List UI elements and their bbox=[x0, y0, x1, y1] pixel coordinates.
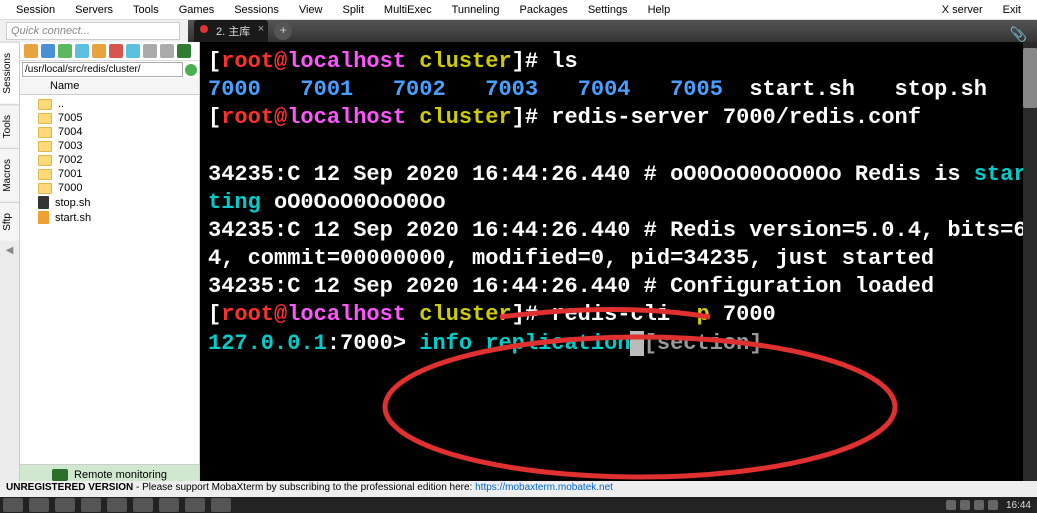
taskbar-app[interactable] bbox=[211, 498, 231, 512]
menu-help[interactable]: Help bbox=[638, 2, 681, 18]
menu-tools[interactable]: Tools bbox=[123, 2, 169, 18]
quick-connect-input[interactable]: Quick connect... bbox=[6, 22, 180, 40]
paperclip-icon[interactable]: 📎 bbox=[1010, 26, 1027, 43]
toolbar-icon-1[interactable] bbox=[24, 44, 38, 58]
file-row[interactable]: stop.sh bbox=[20, 195, 199, 210]
menu-xserver[interactable]: X server bbox=[932, 2, 993, 18]
side-tab-tools[interactable]: Tools bbox=[0, 104, 19, 148]
taskbar-clock[interactable]: 16:44 bbox=[1000, 500, 1037, 511]
menu-games[interactable]: Games bbox=[169, 2, 224, 18]
side-tab-macros[interactable]: Macros bbox=[0, 148, 19, 202]
monitor-icon bbox=[52, 469, 68, 481]
toolbar-icon-7[interactable] bbox=[126, 44, 140, 58]
toolbar-icon-10[interactable] bbox=[177, 44, 191, 58]
file-name: 7003 bbox=[58, 140, 82, 152]
connection-status-icon bbox=[185, 64, 197, 76]
taskbar-app[interactable] bbox=[159, 498, 179, 512]
menu-multiexec[interactable]: MultiExec bbox=[374, 2, 442, 18]
tray-icon[interactable] bbox=[974, 500, 984, 510]
folder-icon bbox=[38, 113, 52, 124]
file-row-up[interactable]: .. bbox=[20, 97, 199, 111]
taskbar-app[interactable] bbox=[55, 498, 75, 512]
folder-icon bbox=[38, 141, 52, 152]
folder-icon bbox=[38, 183, 52, 194]
file-list-header-name[interactable]: Name bbox=[20, 78, 199, 95]
file-name: 7000 bbox=[58, 182, 82, 194]
menu-tunneling[interactable]: Tunneling bbox=[442, 2, 510, 18]
up-label: .. bbox=[58, 98, 64, 110]
toolbar-icon-9[interactable] bbox=[160, 44, 174, 58]
menu-split[interactable]: Split bbox=[333, 2, 374, 18]
menu-bar: Session Servers Tools Games Sessions Vie… bbox=[0, 0, 1037, 20]
status-unregistered: UNREGISTERED VERSION bbox=[6, 482, 133, 493]
menu-view[interactable]: View bbox=[289, 2, 333, 18]
tab-close-icon[interactable]: × bbox=[258, 23, 264, 35]
file-row[interactable]: 7000 bbox=[20, 181, 199, 195]
file-row[interactable]: 7002 bbox=[20, 153, 199, 167]
delete-icon[interactable] bbox=[109, 44, 123, 58]
terminal-scrollbar[interactable] bbox=[1023, 42, 1037, 506]
taskbar-app[interactable] bbox=[29, 498, 49, 512]
tray-icon[interactable] bbox=[960, 500, 970, 510]
side-tab-sftp[interactable]: Sftp bbox=[0, 202, 19, 241]
new-tab-button[interactable]: + bbox=[274, 22, 292, 40]
sftp-toolbar bbox=[20, 42, 199, 61]
folder-icon bbox=[38, 127, 52, 138]
download-icon[interactable] bbox=[41, 44, 55, 58]
file-row[interactable]: start.sh bbox=[20, 210, 199, 225]
file-list: .. 7005 7004 7003 7002 7001 7000 stop.sh… bbox=[20, 95, 199, 464]
folder-icon bbox=[38, 99, 52, 110]
file-name: 7002 bbox=[58, 154, 82, 166]
taskbar-app[interactable] bbox=[107, 498, 127, 512]
taskbar-app[interactable] bbox=[185, 498, 205, 512]
side-tab-sessions[interactable]: Sessions bbox=[0, 42, 19, 104]
side-tab-collapse-icon[interactable]: ◀ bbox=[0, 241, 19, 260]
menu-sessions[interactable]: Sessions bbox=[224, 2, 289, 18]
menu-settings[interactable]: Settings bbox=[578, 2, 638, 18]
status-link[interactable]: https://mobaxterm.mobatek.net bbox=[475, 482, 613, 493]
terminal-scrollbar-thumb[interactable] bbox=[1023, 48, 1037, 108]
status-text: - Please support MobaXterm by subscribin… bbox=[133, 482, 475, 493]
status-bar: UNREGISTERED VERSION - Please support Mo… bbox=[0, 481, 1037, 497]
file-icon bbox=[38, 196, 49, 209]
upload-icon[interactable] bbox=[58, 44, 72, 58]
file-name: stop.sh bbox=[55, 197, 90, 209]
windows-taskbar: 16:44 bbox=[0, 497, 1037, 513]
refresh-icon[interactable] bbox=[75, 44, 89, 58]
menu-servers[interactable]: Servers bbox=[65, 2, 123, 18]
file-icon bbox=[38, 211, 49, 224]
file-name: start.sh bbox=[55, 212, 91, 224]
file-row[interactable]: 7001 bbox=[20, 167, 199, 181]
file-name: 7004 bbox=[58, 126, 82, 138]
start-button[interactable] bbox=[3, 498, 23, 512]
menu-exit[interactable]: Exit bbox=[993, 2, 1031, 18]
remote-monitoring-label: Remote monitoring bbox=[74, 469, 167, 481]
terminal-output[interactable]: [root@localhost cluster]# ls 7000 7001 7… bbox=[200, 42, 1037, 506]
sftp-path-input[interactable] bbox=[22, 62, 183, 77]
menu-packages[interactable]: Packages bbox=[510, 2, 578, 18]
tab-label: 2. 主库 bbox=[216, 26, 250, 38]
folder-icon bbox=[38, 155, 52, 166]
tab-bar: 2. 主库 × + bbox=[188, 20, 1037, 42]
terminal-tab[interactable]: 2. 主库 × bbox=[194, 20, 268, 42]
file-row[interactable]: 7004 bbox=[20, 125, 199, 139]
file-row[interactable]: 7005 bbox=[20, 111, 199, 125]
sftp-panel: Name .. 7005 7004 7003 7002 7001 7000 st… bbox=[20, 42, 200, 506]
file-name: 7005 bbox=[58, 112, 82, 124]
tab-status-icon bbox=[200, 25, 208, 33]
newfolder-icon[interactable] bbox=[92, 44, 106, 58]
file-name: 7001 bbox=[58, 168, 82, 180]
taskbar-app[interactable] bbox=[133, 498, 153, 512]
tray-icon[interactable] bbox=[988, 500, 998, 510]
folder-icon bbox=[38, 169, 52, 180]
menu-session[interactable]: Session bbox=[6, 2, 65, 18]
taskbar-app[interactable] bbox=[81, 498, 101, 512]
tray-icon[interactable] bbox=[946, 500, 956, 510]
file-row[interactable]: 7003 bbox=[20, 139, 199, 153]
toolbar-icon-8[interactable] bbox=[143, 44, 157, 58]
side-tab-strip: Sessions Tools Macros Sftp ◀ bbox=[0, 42, 20, 506]
